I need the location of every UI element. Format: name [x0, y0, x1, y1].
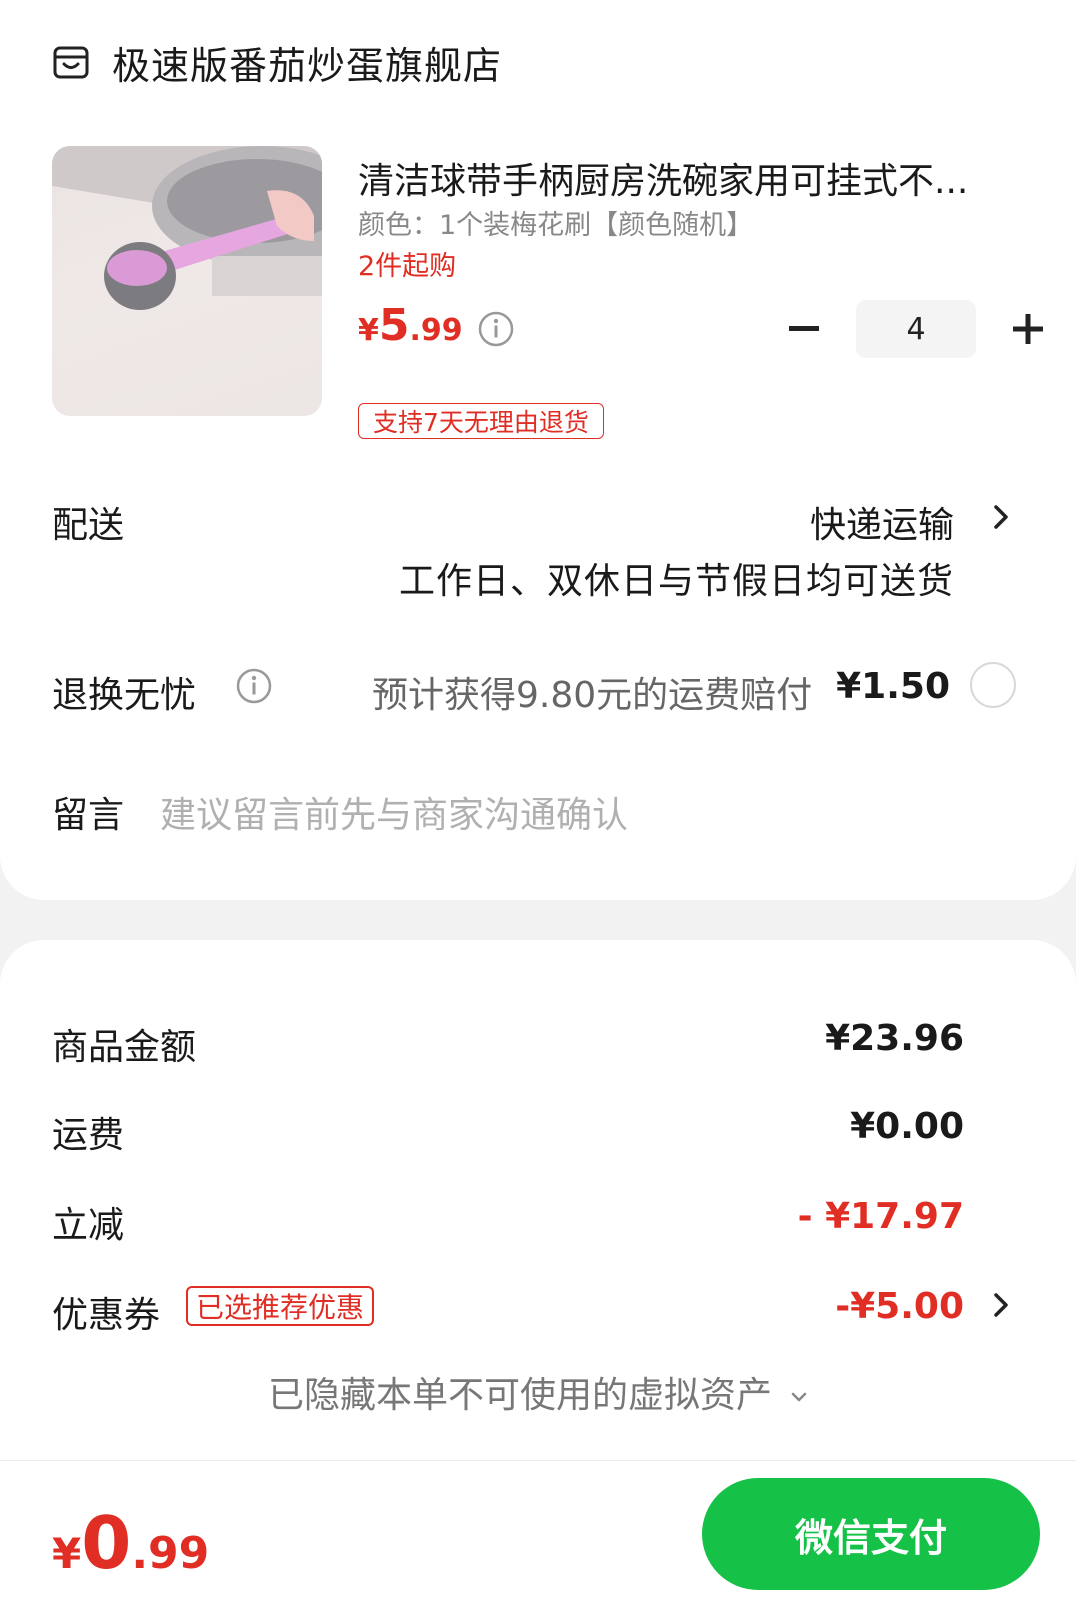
plus-icon	[1013, 314, 1043, 344]
minus-icon	[789, 326, 819, 331]
total-integer: 0	[81, 1501, 132, 1585]
price-currency: ¥	[358, 313, 379, 348]
goods-amount-value: ¥23.96	[825, 1018, 964, 1059]
product-spec[interactable]: 颜色：1个装梅花刷【颜色随机】	[358, 203, 753, 242]
coupon-selected-badge[interactable]: 已选推荐优惠	[186, 1286, 375, 1326]
wechat-pay-button[interactable]: 微信支付	[702, 1478, 1040, 1590]
return-worry-label: 退换无忧	[52, 675, 197, 716]
discount-label: 立减	[52, 1205, 125, 1246]
product-photo	[52, 146, 322, 310]
message-input[interactable]: 建议留言前先与商家沟通确认	[160, 786, 628, 838]
price-integer: 5	[378, 300, 410, 351]
hidden-assets-text: 已隐藏本单不可使用的虚拟资产	[267, 1375, 772, 1416]
decrease-button[interactable]	[780, 305, 828, 353]
coupon-label: 优惠券	[52, 1295, 161, 1336]
goods-amount-label: 商品金额	[52, 1027, 197, 1068]
return-worry-fee: ¥1.50	[836, 666, 950, 707]
coupon-value[interactable]: -¥5.00	[835, 1286, 964, 1327]
shipping-fee-label: 运费	[52, 1115, 125, 1156]
delivery-desc: 工作日、双休日与节假日均可送货	[398, 561, 954, 602]
hidden-assets-toggle[interactable]: 已隐藏本单不可使用的虚拟资产	[0, 1366, 1076, 1418]
chevron-down-icon	[791, 1392, 807, 1402]
product-price: ¥ 5 .99	[358, 300, 463, 351]
delivery-method[interactable]: 快递运输	[810, 496, 954, 548]
return-info-icon[interactable]	[236, 668, 272, 704]
total-decimal: .99	[131, 1528, 210, 1579]
chevron-right-icon[interactable]	[992, 1292, 1010, 1318]
shipping-fee-value: ¥0.00	[850, 1106, 964, 1147]
return-policy-badge: 支持7天无理由退货	[358, 403, 604, 439]
total-price: ¥ 0 .99	[52, 1501, 209, 1585]
increase-button[interactable]	[1004, 305, 1052, 353]
min-purchase-label: 2件起购	[358, 251, 457, 282]
price-decimal: .99	[409, 313, 463, 348]
store-header[interactable]: 极速版番茄炒蛋旗舰店	[52, 34, 502, 90]
return-worry-radio[interactable]	[970, 662, 1016, 708]
chevron-right-icon[interactable]	[992, 504, 1010, 530]
discount-value: - ¥17.97	[797, 1196, 964, 1237]
return-worry-desc: 预计获得9.80元的运费赔付	[372, 675, 813, 716]
checkout-bar: ¥ 0 .99 微信支付	[0, 1460, 1076, 1617]
total-currency: ¥	[52, 1529, 82, 1578]
store-icon	[53, 46, 89, 79]
quantity-value[interactable]: 4	[856, 300, 976, 358]
quantity-stepper[interactable]: 4	[780, 300, 1052, 358]
price-info-icon[interactable]	[478, 311, 514, 347]
product-image[interactable]	[52, 146, 322, 416]
delivery-label: 配送	[52, 505, 125, 546]
message-label: 留言	[52, 795, 125, 836]
store-name: 极速版番茄炒蛋旗舰店	[112, 43, 503, 88]
order-card: 极速版番茄炒蛋旗舰店 清洁球带手柄厨房洗碗家用可挂式不... 颜色：1个装梅花刷…	[0, 0, 1076, 900]
product-title[interactable]: 清洁球带手柄厨房洗碗家用可挂式不...	[358, 152, 1020, 204]
